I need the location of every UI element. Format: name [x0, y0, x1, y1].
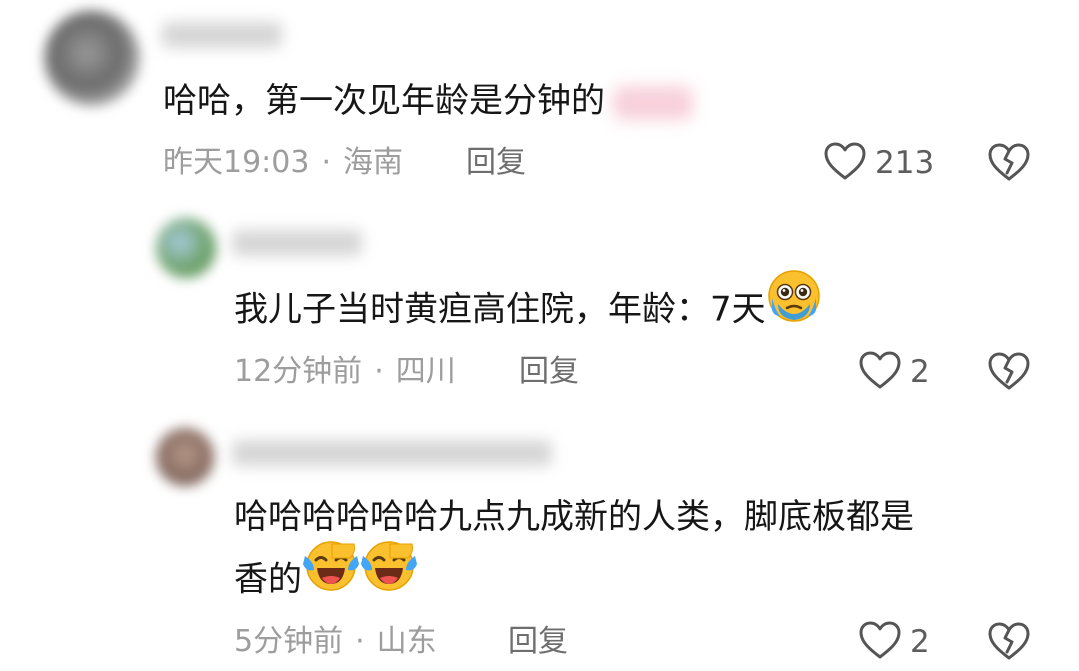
username-blurred[interactable] — [232, 440, 552, 466]
broken-heart-icon — [987, 622, 1031, 666]
laughing-crying-face-icon — [302, 538, 360, 614]
broken-heart-icon — [987, 352, 1031, 396]
username-blurred[interactable] — [162, 22, 282, 48]
comment-location: 四川 — [395, 354, 456, 389]
like-button[interactable]: 213 — [823, 141, 934, 185]
blurred-sticker — [613, 85, 693, 120]
separator-dot: · — [321, 145, 332, 180]
dislike-button[interactable] — [987, 141, 1031, 185]
comment-text: 哈哈哈哈哈哈九点九成新的人类，脚底板都是 香的 — [234, 486, 914, 614]
avatar[interactable] — [156, 218, 216, 278]
face-holding-back-tears-icon — [766, 268, 822, 344]
comment-item: 哈哈哈哈哈哈九点九成新的人类，脚底板都是 香的 5分钟前 · 山东 回复 2 — [0, 410, 1079, 671]
comment-text-content: 哈哈，第一次见年龄是分钟的 — [163, 81, 605, 121]
separator-dot: · — [355, 624, 365, 659]
comment-text: 我儿子当时黄疸高住院，年龄：7天 — [234, 270, 822, 344]
heart-outline-icon — [858, 350, 902, 394]
dislike-button[interactable] — [987, 620, 1031, 664]
comment-meta: 5分钟前 · 山东 — [234, 622, 437, 662]
avatar[interactable] — [44, 10, 140, 106]
comment-text-content: 我儿子当时黄疸高住院，年龄：7天 — [234, 289, 766, 330]
dislike-button[interactable] — [987, 350, 1031, 394]
separator-dot: · — [374, 354, 384, 389]
comment-time: 昨天19:03 — [163, 145, 310, 180]
like-button[interactable]: 2 — [858, 620, 930, 664]
comment-meta: 昨天19:03 · 海南 — [163, 143, 403, 183]
comment-text-content: 香的 — [234, 559, 302, 600]
like-count: 2 — [910, 354, 930, 390]
comment-item: 哈哈，第一次见年龄是分钟的 昨天19:03 · 海南 回复 213 — [0, 0, 1079, 200]
reply-button[interactable]: 回复 — [519, 352, 579, 392]
comment-location: 海南 — [343, 145, 404, 180]
comment-item: 我儿子当时黄疸高住院，年龄：7天 12分钟前 · 四川 回复 2 — [0, 200, 1079, 410]
comment-time: 5分钟前 — [234, 624, 344, 659]
broken-heart-icon — [987, 143, 1031, 187]
comment-meta: 12分钟前 · 四川 — [234, 352, 456, 392]
avatar[interactable] — [156, 428, 214, 486]
laughing-crying-face-icon — [360, 538, 418, 614]
comment-location: 山东 — [376, 624, 437, 659]
reply-button[interactable]: 回复 — [508, 622, 568, 662]
username-blurred[interactable] — [232, 230, 362, 256]
heart-outline-icon — [823, 141, 867, 185]
reply-button[interactable]: 回复 — [466, 143, 526, 183]
comment-text-line: 香的 — [234, 541, 914, 614]
like-count: 2 — [910, 624, 930, 660]
comment-text: 哈哈，第一次见年龄是分钟的 — [163, 70, 693, 132]
like-count: 213 — [875, 145, 935, 181]
like-button[interactable]: 2 — [858, 350, 930, 394]
comment-time: 12分钟前 — [234, 354, 363, 389]
heart-outline-icon — [858, 620, 902, 664]
